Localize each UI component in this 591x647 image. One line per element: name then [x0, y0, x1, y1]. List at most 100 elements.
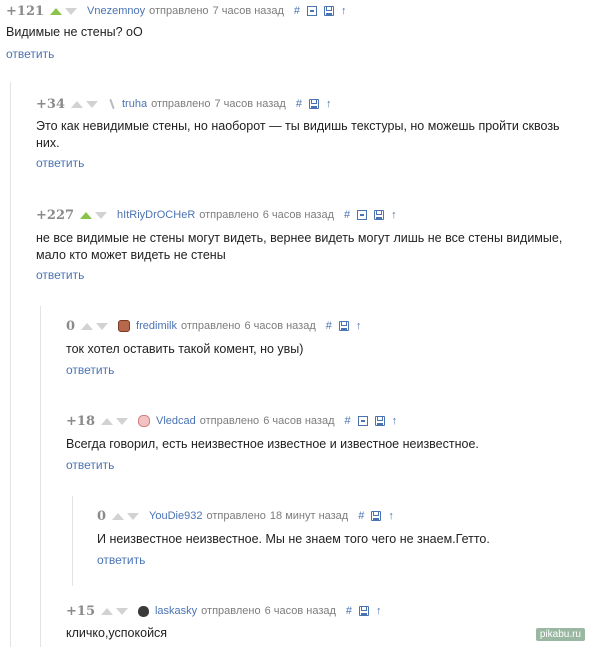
parent-arrow-icon[interactable]: ↑	[388, 510, 394, 522]
comment-meta: 0 fredimilk отправлено 6 часов назад # ↑	[66, 318, 368, 334]
collapse-icon[interactable]	[357, 416, 368, 426]
thread-line	[40, 306, 41, 647]
sent-label: отправлено	[199, 415, 260, 427]
comment-rating: 0	[66, 318, 76, 334]
sent-label: отправлено	[151, 98, 211, 110]
comment-time: 6 часов назад	[262, 209, 335, 221]
reply-link[interactable]: ответить	[66, 363, 114, 377]
comment-rating: +34	[36, 96, 65, 112]
comment-rating: +15	[66, 603, 95, 619]
parent-arrow-icon[interactable]: ↑	[341, 5, 347, 17]
upvote-icon[interactable]	[80, 211, 93, 219]
comment-meta: +121 Vnezemnoy отправлено 7 часов назад …	[6, 3, 354, 19]
comment-rating: 0	[97, 508, 107, 524]
downvote-icon[interactable]	[95, 211, 108, 219]
reply-link[interactable]: ответить	[36, 268, 84, 282]
comment-time: 18 минут назад	[269, 510, 349, 522]
comment: +227 hItRiyDrOCHeR отправлено 6 часов на…	[36, 207, 591, 307]
upvote-icon[interactable]	[100, 607, 113, 615]
thread-line	[72, 496, 73, 586]
comment-author[interactable]: Vledcad	[156, 415, 196, 427]
reply-link[interactable]: ответить	[97, 553, 145, 567]
parent-arrow-icon[interactable]: ↑	[392, 415, 398, 427]
comment-time: 6 часов назад	[244, 320, 316, 332]
comment-time: 6 часов назад	[264, 605, 336, 617]
parent-arrow-icon[interactable]: ↑	[356, 320, 362, 332]
comment-text: не все видимые не стены могут видеть, ве…	[36, 231, 563, 262]
sent-label: отправлено	[206, 510, 266, 522]
save-icon[interactable]	[374, 416, 385, 426]
save-icon[interactable]	[374, 210, 385, 220]
comment-meta: +34 truha отправлено 7 часов назад # ↑	[36, 96, 338, 112]
downvote-icon[interactable]	[115, 417, 128, 425]
parent-arrow-icon[interactable]: ↑	[376, 605, 382, 617]
save-icon[interactable]	[324, 6, 334, 16]
comment-meta: +18 Vledcad отправлено 6 часов назад # ↑	[66, 413, 404, 429]
sent-label: отправлено	[181, 320, 241, 332]
comment-text: Всегда говорил, есть неизвестное известн…	[66, 437, 479, 451]
comment-rating: +121	[6, 3, 45, 19]
upvote-icon[interactable]	[81, 322, 94, 330]
sent-label: отправлено	[149, 5, 209, 17]
downvote-icon[interactable]	[65, 7, 78, 15]
comment-author[interactable]: laskasky	[155, 605, 197, 617]
save-icon[interactable]	[308, 99, 319, 109]
collapse-icon[interactable]	[357, 210, 368, 220]
reply-link[interactable]: ответить	[6, 47, 54, 61]
downvote-icon[interactable]	[85, 100, 98, 108]
upvote-icon[interactable]	[100, 417, 113, 425]
comment-meta: 0 YouDie932 отправлено 18 минут назад # …	[97, 508, 401, 524]
comment-author[interactable]: Vnezemnoy	[87, 5, 145, 17]
avatar	[137, 605, 149, 617]
hash-icon[interactable]: #	[344, 209, 350, 221]
comment-author[interactable]: fredimilk	[136, 320, 177, 332]
downvote-icon[interactable]	[96, 322, 109, 330]
comment-text: ток хотел оставить такой комент, но увы)	[66, 342, 304, 356]
comment-time: 7 часов назад	[214, 98, 286, 110]
save-icon[interactable]	[338, 321, 349, 331]
comment-time: 6 часов назад	[263, 415, 335, 427]
comment-text: Это как невидимые стены, но наоборот — т…	[36, 119, 560, 150]
comment-text: И неизвестное неизвестное. Мы не знаем т…	[97, 532, 490, 546]
sent-label: отправлено	[199, 209, 259, 221]
save-icon[interactable]	[371, 511, 382, 521]
comment-rating: +227	[36, 207, 75, 223]
hash-icon[interactable]: #	[296, 98, 302, 110]
upvote-icon[interactable]	[70, 100, 83, 108]
hash-icon[interactable]: #	[345, 415, 351, 427]
parent-arrow-icon[interactable]: ↑	[326, 98, 332, 110]
comment-author[interactable]: YouDie932	[149, 510, 202, 522]
avatar	[108, 98, 116, 110]
comment-meta: +15 laskasky отправлено 6 часов назад # …	[66, 603, 389, 619]
comment: 0 YouDie932 отправлено 18 минут назад # …	[97, 508, 591, 578]
thread-line	[10, 82, 11, 647]
comment-text: Видимые не стены? оО	[6, 25, 143, 39]
upvote-icon[interactable]	[112, 512, 125, 520]
reply-link[interactable]: ответить	[36, 156, 84, 170]
parent-arrow-icon[interactable]: ↑	[391, 209, 397, 221]
comment-author[interactable]: truha	[122, 98, 147, 110]
comment-meta: +227 hItRiyDrOCHeR отправлено 6 часов на…	[36, 207, 404, 223]
upvote-icon[interactable]	[50, 7, 63, 15]
downvote-icon[interactable]	[127, 512, 140, 520]
comment: 0 fredimilk отправлено 6 часов назад # ↑…	[66, 318, 591, 388]
hash-icon[interactable]: #	[326, 320, 332, 332]
comment: +18 Vledcad отправлено 6 часов назад # ↑…	[66, 413, 591, 483]
avatar	[137, 415, 150, 427]
site-watermark: pikabu.ru	[535, 628, 585, 641]
collapse-icon[interactable]	[307, 6, 317, 16]
comment: +34 truha отправлено 7 часов назад # ↑ Э…	[36, 96, 591, 196]
save-icon[interactable]	[359, 606, 370, 616]
avatar	[118, 320, 131, 332]
hash-icon[interactable]: #	[294, 5, 300, 17]
sent-label: отправлено	[201, 605, 261, 617]
comment-rating: +18	[66, 413, 95, 429]
downvote-icon[interactable]	[115, 607, 128, 615]
hash-icon[interactable]: #	[358, 510, 364, 522]
comment: +15 laskasky отправлено 6 часов назад # …	[66, 603, 591, 647]
hash-icon[interactable]: #	[346, 605, 352, 617]
comment-author[interactable]: hItRiyDrOCHeR	[117, 209, 195, 221]
reply-link[interactable]: ответить	[66, 458, 114, 472]
comment-text: кличко,успокойся	[66, 626, 168, 640]
comment-time: 7 часов назад	[212, 5, 284, 17]
